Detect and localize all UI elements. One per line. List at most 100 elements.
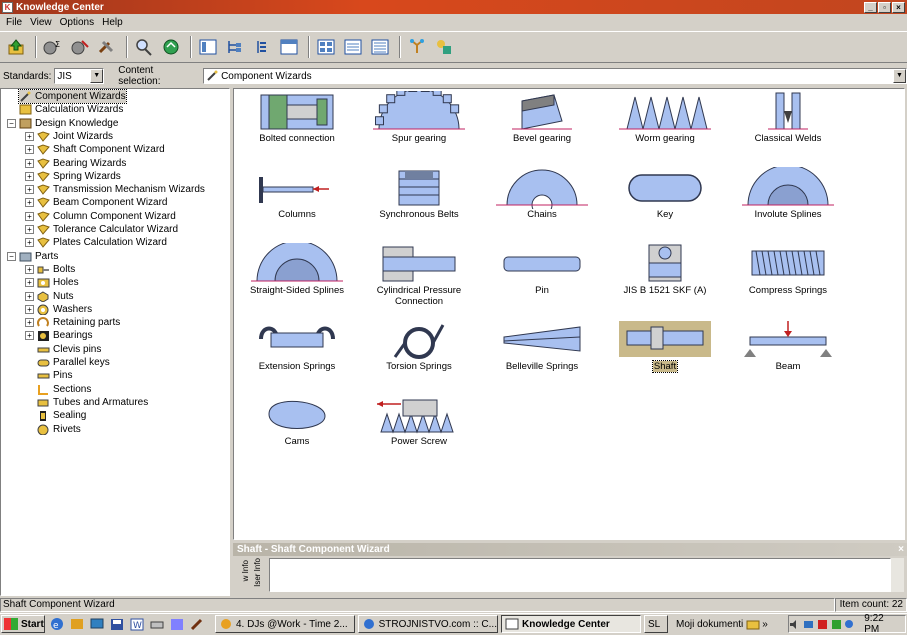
tab-info[interactable]: w Info: [241, 560, 250, 581]
chevron-down-icon[interactable]: ▼: [90, 69, 103, 83]
collapse-icon[interactable]: −: [7, 119, 16, 128]
wizard-item[interactable]: Cams: [242, 394, 352, 466]
wizard-item[interactable]: Cylindrical Pressure Connection: [364, 243, 474, 315]
up-folder-icon[interactable]: [4, 35, 28, 59]
taskbar-item-knowledge-center[interactable]: Knowledge Center: [501, 615, 641, 633]
tree-item[interactable]: −Parts: [7, 250, 58, 263]
expand-icon[interactable]: +: [25, 305, 34, 314]
menu-help[interactable]: Help: [98, 17, 127, 28]
calculate-icon[interactable]: Σ: [41, 35, 65, 59]
expand-icon[interactable]: +: [25, 198, 34, 207]
expand-icon[interactable]: +: [25, 225, 34, 234]
panel-icon[interactable]: [277, 35, 301, 59]
wizard-item[interactable]: Bolted connection: [242, 91, 352, 163]
tree-item[interactable]: +Shaft Component Wizard: [25, 143, 165, 156]
tree-item[interactable]: Sections: [25, 383, 91, 396]
desktop-icon[interactable]: [89, 617, 105, 631]
chevron-down-icon[interactable]: ▼: [893, 69, 906, 83]
tree-item[interactable]: +Bearings: [25, 329, 92, 342]
tree-item[interactable]: Sealing: [25, 409, 86, 422]
expand-icon[interactable]: +: [25, 145, 34, 154]
wizard-item[interactable]: Pin: [487, 243, 597, 315]
branch-icon[interactable]: [405, 35, 429, 59]
wizard-item[interactable]: Synchronous Belts: [364, 167, 474, 239]
close-button[interactable]: ×: [892, 2, 905, 13]
tab-user-info[interactable]: Iser Info: [253, 558, 262, 587]
info-text-area[interactable]: [269, 558, 891, 592]
tree-item[interactable]: Pins: [25, 369, 72, 382]
tree-item[interactable]: +Column Component Wizard: [25, 210, 176, 223]
tree-item[interactable]: Calculation Wizards: [19, 103, 123, 116]
info-scrollbar[interactable]: [891, 558, 904, 592]
wizard-item[interactable]: Key: [610, 167, 720, 239]
expand-icon[interactable]: +: [25, 331, 34, 340]
wizard-item[interactable]: Involute Splines: [733, 167, 843, 239]
minimize-button[interactable]: _: [864, 2, 877, 13]
expand-icon[interactable]: +: [25, 132, 34, 141]
expand-icon[interactable]: +: [25, 159, 34, 168]
browser-icon[interactable]: e: [49, 617, 65, 631]
chevron-right-icon[interactable]: »: [762, 619, 768, 630]
tree-item[interactable]: +Bearing Wizards: [25, 157, 126, 170]
speaker-icon[interactable]: [789, 619, 800, 630]
quick-folder[interactable]: Moji dokumenti »: [676, 618, 768, 630]
tree-item[interactable]: Rivets: [25, 423, 81, 436]
printer-icon[interactable]: [149, 617, 165, 631]
tree-item[interactable]: −Design Knowledge: [7, 117, 118, 130]
tree-item[interactable]: +Holes: [25, 276, 79, 289]
tree-item[interactable]: +Transmission Mechanism Wizards: [25, 183, 205, 196]
search-icon[interactable]: [132, 35, 156, 59]
tree-item[interactable]: +Joint Wizards: [25, 130, 113, 143]
wizard-item[interactable]: Straight-Sided Splines: [242, 243, 352, 315]
maximize-button[interactable]: ▫: [878, 2, 891, 13]
wizard-item[interactable]: Classical Welds: [733, 91, 843, 163]
wizard-item[interactable]: Torsion Springs: [364, 319, 474, 391]
tree-item[interactable]: Tubes and Armatures: [25, 396, 148, 409]
taskbar-item-sl[interactable]: SL: [644, 615, 668, 633]
expand-icon[interactable]: +: [25, 212, 34, 221]
tree-item[interactable]: +Plates Calculation Wizard: [25, 236, 167, 249]
wizard-item[interactable]: Bevel gearing: [487, 91, 597, 163]
hierarchy-icon[interactable]: [223, 35, 247, 59]
favorites-icon[interactable]: [432, 35, 456, 59]
wizard-item[interactable]: Spur gearing: [364, 91, 474, 163]
start-button[interactable]: Start: [1, 615, 45, 633]
menu-view[interactable]: View: [26, 17, 56, 28]
expand-icon[interactable]: +: [25, 185, 34, 194]
list-view-icon[interactable]: [341, 35, 365, 59]
app-tray-icon[interactable]: [831, 619, 842, 630]
tree-item[interactable]: +Spring Wizards: [25, 170, 121, 183]
view-tree-icon[interactable]: [196, 35, 220, 59]
outlook-icon[interactable]: [69, 617, 85, 631]
close-icon[interactable]: ×: [898, 544, 904, 555]
wizard-item[interactable]: Beam: [733, 319, 843, 391]
messenger-icon[interactable]: [844, 619, 855, 630]
antivirus-icon[interactable]: [817, 619, 828, 630]
tree-item[interactable]: +Tolerance Calculator Wizard: [25, 223, 178, 236]
refresh-icon[interactable]: [159, 35, 183, 59]
wizard-item[interactable]: Columns: [242, 167, 352, 239]
tree-item[interactable]: +Bolts: [25, 263, 75, 276]
word-icon[interactable]: W: [129, 617, 145, 631]
details-view-icon[interactable]: [368, 35, 392, 59]
content-selection-select[interactable]: Component Wizards ▼: [203, 68, 907, 84]
expand-icon[interactable]: +: [25, 172, 34, 181]
taskbar-item-djs[interactable]: 4. DJs @Work - Time 2...: [215, 615, 355, 633]
tree-item[interactable]: Parallel keys: [25, 356, 110, 369]
wizard-item[interactable]: Power Screw: [364, 394, 474, 466]
tree-item[interactable]: Clevis pins: [25, 343, 101, 356]
expand-icon[interactable]: +: [25, 238, 34, 247]
tree-item[interactable]: +Beam Component Wizard: [25, 196, 168, 209]
standards-select[interactable]: JIS ▼: [54, 68, 104, 84]
list-tree-icon[interactable]: [250, 35, 274, 59]
expand-icon[interactable]: +: [25, 318, 34, 327]
hammer-icon[interactable]: [189, 617, 205, 631]
taskbar-item-strojnistvo[interactable]: STROJNISTVO.com :: C...: [358, 615, 498, 633]
wizard-item[interactable]: Shaft: [610, 319, 720, 391]
wizard-item[interactable]: Worm gearing: [610, 91, 720, 163]
app-icon[interactable]: [169, 617, 185, 631]
menu-options[interactable]: Options: [56, 17, 98, 28]
tree-item[interactable]: +Nuts: [25, 290, 74, 303]
wizard-item[interactable]: Compress Springs: [733, 243, 843, 315]
network-icon[interactable]: [803, 619, 814, 630]
